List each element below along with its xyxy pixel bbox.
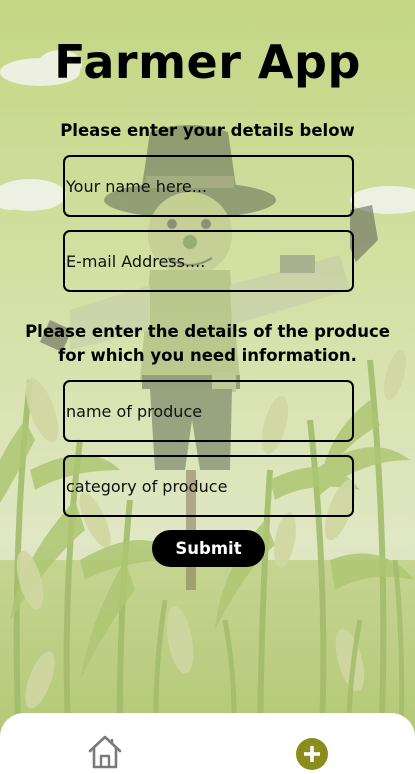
produce-category-input[interactable] [63,455,354,517]
submit-button[interactable]: Submit [152,530,265,567]
personal-details-heading: Please enter your details below [60,121,355,140]
produce-name-input[interactable] [63,380,354,442]
home-tab[interactable] [86,733,124,771]
name-input[interactable] [63,155,354,217]
app-title: Farmer App [54,35,361,89]
bottom-tab-bar [0,713,415,774]
email-input[interactable] [63,230,354,292]
home-icon [88,735,122,769]
form-screen: Farmer App Please enter your details bel… [0,0,415,714]
add-circle-icon [304,746,320,762]
add-tab[interactable] [296,738,328,770]
produce-details-heading: Please enter the details of the produce … [25,322,390,365]
